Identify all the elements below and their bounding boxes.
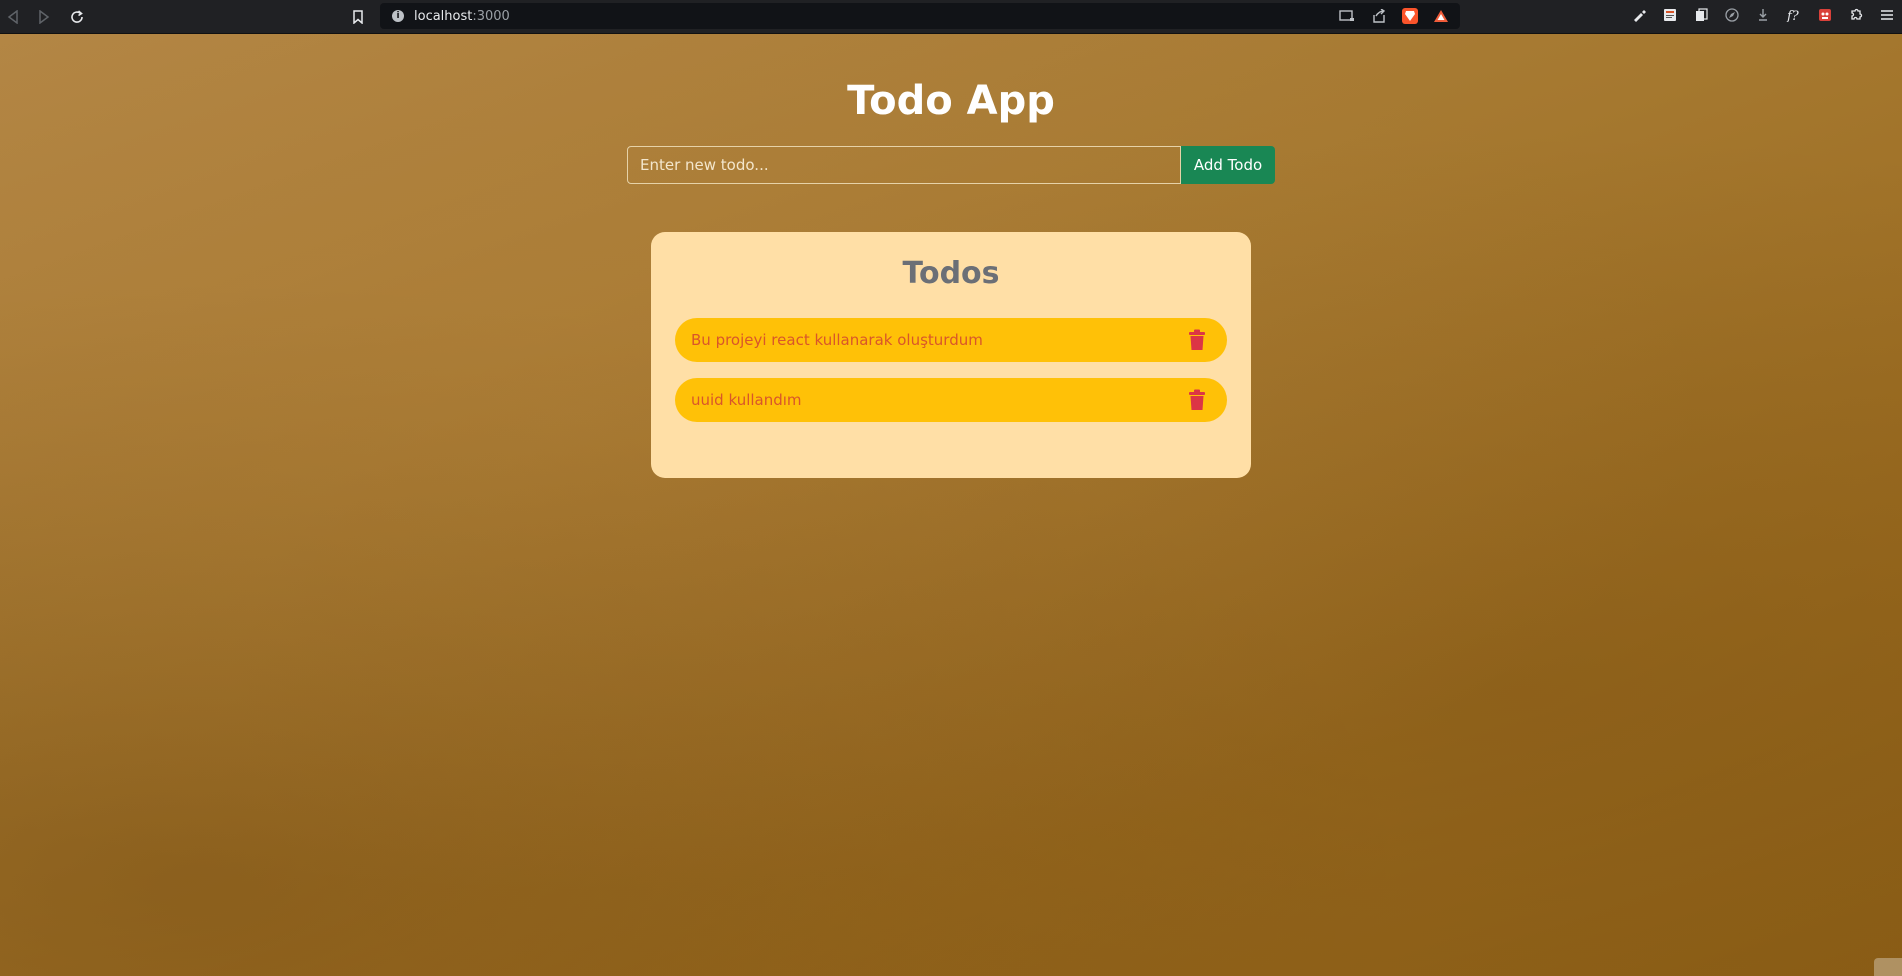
cast-icon[interactable] [1338, 7, 1356, 25]
copy-icon[interactable] [1692, 6, 1710, 24]
address-bar[interactable]: i localhost:3000 [380, 3, 1460, 29]
extension-icon[interactable] [1816, 6, 1834, 24]
url-port: :3000 [472, 8, 510, 24]
extensions-toolbar: f? [1630, 6, 1896, 24]
puzzle-icon[interactable] [1847, 6, 1865, 24]
todo-text: Bu projeyi react kullanarak oluşturdum [691, 331, 983, 349]
function-icon[interactable]: f? [1785, 6, 1803, 24]
share-icon[interactable] [1370, 7, 1388, 25]
bookmark-icon[interactable] [347, 6, 369, 28]
todos-heading: Todos [902, 256, 1000, 291]
corner-widget [1874, 958, 1902, 976]
url-host: localhost [414, 8, 473, 24]
add-todo-button[interactable]: Add Todo [1181, 146, 1275, 184]
app-title: Todo App [847, 78, 1055, 124]
reload-icon[interactable] [66, 6, 88, 28]
page-background: Todo App Add Todo Todos Bu projeyi react… [0, 34, 1902, 976]
trash-icon[interactable] [1185, 387, 1209, 413]
pen-icon[interactable] [1630, 6, 1648, 24]
todo-item: Bu projeyi react kullanarak oluşturdum [675, 318, 1227, 362]
browser-toolbar: i localhost:3000 f? [0, 0, 1902, 34]
compass-icon[interactable] [1723, 6, 1741, 24]
menu-icon[interactable] [1878, 6, 1896, 24]
info-icon[interactable]: i [392, 10, 404, 22]
todo-form: Add Todo [627, 146, 1275, 184]
trash-icon[interactable] [1185, 327, 1209, 353]
todo-input[interactable] [627, 146, 1181, 184]
address-bar-actions [1338, 7, 1450, 25]
svg-text:f?: f? [1786, 9, 1800, 22]
brave-shield-icon[interactable] [1402, 8, 1418, 24]
reader-icon[interactable] [1661, 6, 1679, 24]
brave-rewards-icon[interactable] [1432, 7, 1450, 25]
todos-card: Todos Bu projeyi react kullanarak oluştu… [651, 232, 1251, 478]
back-icon[interactable] [2, 6, 24, 28]
url-text[interactable]: localhost:3000 [414, 9, 510, 24]
download-icon[interactable] [1754, 6, 1772, 24]
todo-text: uuid kullandım [691, 391, 802, 409]
forward-icon[interactable] [33, 6, 55, 28]
todo-item: uuid kullandım [675, 378, 1227, 422]
